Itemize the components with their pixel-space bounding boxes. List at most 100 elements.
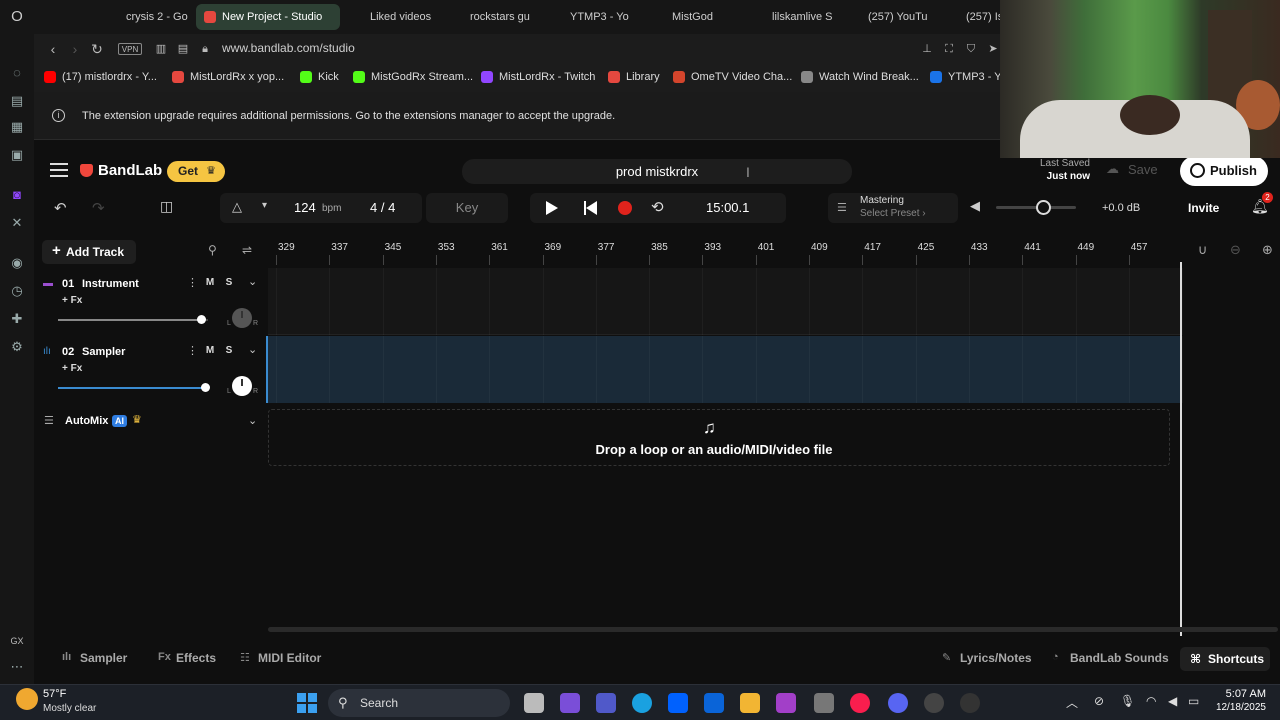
track-header-instrument[interactable]: ▬ 01 Instrument ⋮ M S ⌄ + Fx L R <box>34 272 268 339</box>
weather-temperature[interactable]: 57°F <box>43 688 66 700</box>
project-name-field[interactable]: prod mistkrdrx <box>462 159 852 184</box>
teams-icon[interactable] <box>596 693 616 713</box>
back-icon[interactable]: ‹ <box>44 40 62 58</box>
tab-lilskamlive[interactable]: lilskamlive S <box>746 4 838 30</box>
windows-start-icon[interactable] <box>297 693 317 713</box>
bookmark-library[interactable]: Library <box>608 71 660 83</box>
print-icon[interactable]: ▤ <box>174 40 192 58</box>
shield-icon[interactable]: ⛉ <box>962 40 980 58</box>
track-volume-slider[interactable] <box>58 387 208 389</box>
tab-new-project-studio[interactable]: New Project - Studio <box>196 4 340 30</box>
track-header-sampler[interactable]: ılı 02 Sampler ⋮ M S ⌄ + Fx L R <box>34 340 268 407</box>
opera-logo-icon[interactable]: O <box>8 8 26 26</box>
shortcuts-button[interactable]: ⌘ Shortcuts <box>1180 647 1270 671</box>
tab-kick[interactable] <box>72 4 100 30</box>
forward-icon[interactable]: › <box>66 40 84 58</box>
automix-row[interactable]: ☰ AutoMix AI ♛ ⌄ <box>34 410 268 434</box>
track-menu-icon[interactable]: ⋮ <box>187 276 198 289</box>
metronome-icon[interactable]: △ <box>232 199 242 215</box>
bookmark-ometv[interactable]: OmeTV Video Cha... <box>673 71 792 83</box>
opera-gx-icon[interactable] <box>850 693 870 713</box>
solo-button[interactable]: S <box>221 344 237 358</box>
twitch-icon[interactable]: ◙ <box>8 186 26 204</box>
bookmark-mistgodrx-stream[interactable]: MistGodRx Stream... <box>353 71 473 83</box>
volume-icon[interactable]: ◀︎ <box>1168 694 1177 708</box>
dropbox-icon[interactable] <box>668 693 688 713</box>
track-menu-icon[interactable]: ⋮ <box>187 344 198 357</box>
mastering-button[interactable]: ☰ Mastering Select Preset › <box>828 193 958 223</box>
sampler-tool-button[interactable]: ılı Sampler <box>62 651 127 665</box>
redo-icon[interactable]: ↷ <box>92 199 105 217</box>
track-volume-thumb[interactable] <box>201 383 210 392</box>
bookmark-mistlordrx-yop[interactable]: MistLordRx x yop... <box>172 71 284 83</box>
mute-button[interactable]: M <box>202 344 218 358</box>
pan-knob[interactable] <box>232 376 252 396</box>
obs-icon[interactable] <box>924 693 944 713</box>
tab-youtube-257-b[interactable]: (257) Is <box>940 4 1002 30</box>
clipchamp-icon[interactable] <box>776 693 796 713</box>
play-icon[interactable] <box>546 201 558 215</box>
bandlab-logo[interactable]: BandLab <box>80 162 162 179</box>
opera-gx-label[interactable]: GX <box>8 632 26 650</box>
tab-rockstars[interactable]: rockstars gu <box>444 4 536 30</box>
publish-button[interactable]: Publish <box>1180 156 1268 186</box>
discord-icon[interactable] <box>888 693 908 713</box>
time-signature[interactable]: 4 / 4 <box>370 200 395 215</box>
url-field[interactable]: www.bandlab.com/studio <box>222 41 355 55</box>
tempo-value[interactable]: 124 <box>294 200 316 215</box>
outlook-icon[interactable] <box>704 693 724 713</box>
track-name[interactable]: Sampler <box>82 346 125 358</box>
track-volume-slider[interactable] <box>58 319 208 321</box>
loop-icon[interactable]: ⟲ <box>651 198 664 216</box>
player-icon[interactable]: ◉ <box>8 254 26 272</box>
track-lane-sampler[interactable] <box>266 336 1184 403</box>
wifi-icon[interactable]: ◠ <box>1146 694 1156 708</box>
extensions-icon[interactable]: ✚ <box>8 310 26 328</box>
tab-mistgod[interactable]: MistGod <box>646 4 738 30</box>
metronome-dropdown-icon[interactable]: ▾ <box>262 200 267 211</box>
chevron-down-icon[interactable]: ⌄ <box>248 414 257 427</box>
camera-icon[interactable] <box>814 693 834 713</box>
record-icon[interactable] <box>618 201 632 215</box>
track-lane-instrument[interactable] <box>268 268 1184 335</box>
hamburger-menu-icon[interactable] <box>50 163 68 177</box>
more-icon[interactable]: ⋯ <box>8 658 26 676</box>
battery-icon[interactable]: ▭ <box>1188 694 1199 708</box>
weather-icon[interactable] <box>16 688 38 710</box>
settings-icon[interactable]: ⚙ <box>8 338 26 356</box>
tab-workspace[interactable] <box>38 4 68 30</box>
wand-icon[interactable]: ⚲ <box>208 243 217 257</box>
drop-zone[interactable]: ♫ Drop a loop or an audio/MIDI/video fil… <box>268 409 1170 466</box>
lyrics-notes-button[interactable]: ✎ Lyrics/Notes <box>942 651 1032 665</box>
microphone-icon[interactable]: 🎙︎ <box>1120 694 1135 708</box>
get-membership-button[interactable]: Get ♛ <box>167 161 225 182</box>
effects-tool-button[interactable]: Fx Effects <box>158 651 216 665</box>
key-button[interactable]: Key <box>426 193 508 223</box>
tab-liked-videos[interactable]: Liked videos <box>344 4 436 30</box>
weather-description[interactable]: Mostly clear <box>43 703 96 714</box>
edge-icon[interactable] <box>632 693 652 713</box>
network-off-icon[interactable]: ⊘ <box>1094 694 1104 708</box>
mute-button[interactable]: M <box>202 276 218 290</box>
history-icon[interactable]: ◷ <box>8 282 26 300</box>
tab-youtube-257[interactable]: (257) YouTu <box>842 4 934 30</box>
vpn-badge[interactable]: VPN <box>118 43 142 55</box>
taskbar-search[interactable]: ⚲ Search <box>328 689 510 717</box>
media-player-icon[interactable] <box>960 693 980 713</box>
undo-icon[interactable]: ↶ <box>54 199 67 217</box>
x-twitter-icon[interactable]: ✕ <box>8 214 26 232</box>
snapshot-icon[interactable]: ⛶ <box>940 40 958 58</box>
tab-crysis[interactable]: crysis 2 - Go <box>100 4 192 30</box>
solo-button[interactable]: S <box>221 276 237 290</box>
track-settings-icon[interactable]: ⇌ <box>242 243 252 257</box>
bookmark-ytmp3[interactable]: YTMP3 - Yo <box>930 71 1007 83</box>
skip-to-start-icon[interactable] <box>584 201 598 215</box>
master-volume-thumb[interactable] <box>1036 200 1051 215</box>
tab-ytmp3[interactable]: YTMP3 - Yo <box>544 4 636 30</box>
save-button[interactable]: Save <box>1106 161 1158 177</box>
horizontal-scrollbar[interactable] <box>268 627 1278 632</box>
speed-dial-icon[interactable]: ◌ <box>8 64 26 82</box>
gx-corner-icon[interactable]: ▦ <box>8 118 26 136</box>
reader-icon[interactable]: ▥ <box>152 40 170 58</box>
zoom-in-icon[interactable]: ⊕ <box>1262 242 1273 258</box>
